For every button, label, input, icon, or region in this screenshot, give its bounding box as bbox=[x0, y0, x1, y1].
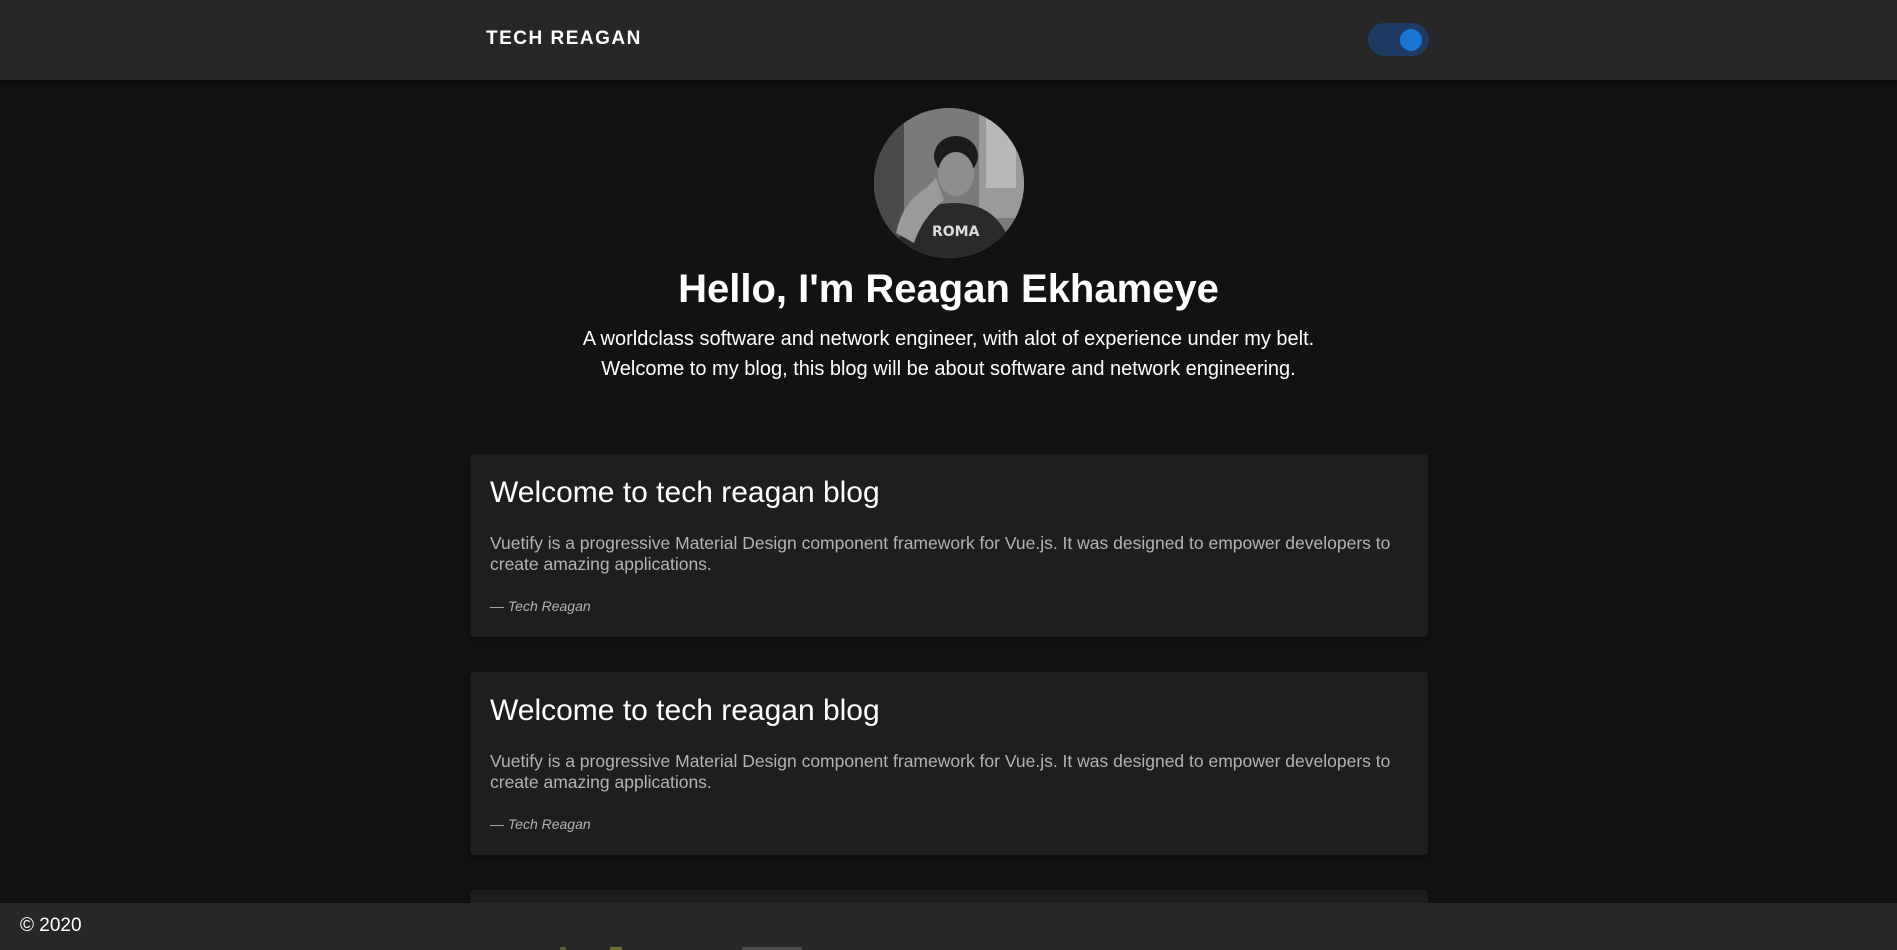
post-excerpt: Vuetify is a progressive Material Design… bbox=[490, 751, 1391, 792]
blog-post-card[interactable]: Welcome to tech reagan blog Vuetify is a… bbox=[470, 454, 1428, 637]
theme-toggle[interactable] bbox=[1368, 23, 1429, 56]
post-excerpt: Vuetify is a progressive Material Design… bbox=[490, 533, 1391, 574]
blog-post-card[interactable]: Welcome to tech reagan blog Vuetify is a… bbox=[470, 672, 1428, 855]
hero-intro: A worldclass software and network engine… bbox=[0, 324, 1897, 384]
svg-text:ROMA: ROMA bbox=[932, 224, 980, 240]
post-title[interactable]: Welcome to tech reagan blog bbox=[490, 692, 880, 730]
avatar: ROMA bbox=[873, 108, 1024, 258]
hero-title: Hello, I'm Reagan Ekhameye bbox=[678, 267, 1219, 311]
toggle-knob[interactable] bbox=[1400, 29, 1422, 51]
footer: © 2020 bbox=[0, 903, 1897, 950]
post-title[interactable]: Welcome to tech reagan blog bbox=[490, 474, 880, 512]
hero-line: Welcome to my blog, this blog will be ab… bbox=[601, 358, 1296, 380]
avatar-photo: ROMA bbox=[873, 108, 1024, 258]
hero-section: ROMA Hello, I'm Reagan Ekhameye A worldc… bbox=[0, 108, 1897, 384]
hero-line: A worldclass software and network engine… bbox=[582, 328, 1315, 350]
brand-title[interactable]: TECH REAGAN bbox=[486, 28, 642, 50]
copyright-text: © 2020 bbox=[20, 915, 82, 936]
app-bar: TECH REAGAN bbox=[0, 0, 1897, 80]
post-author: — Tech Reagan bbox=[490, 816, 591, 832]
post-author: — Tech Reagan bbox=[490, 598, 591, 614]
